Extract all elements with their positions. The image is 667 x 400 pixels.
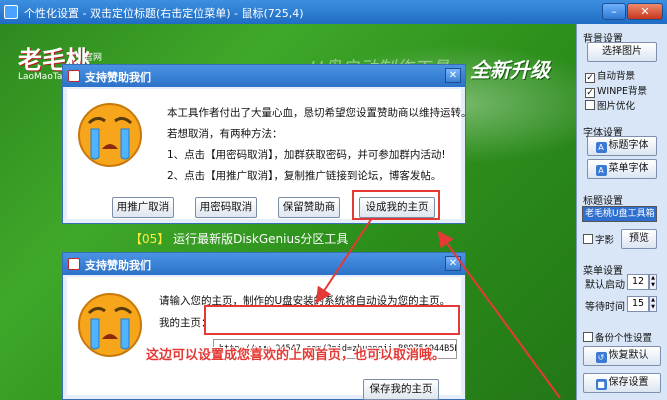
line3-suffix: ，加群获取密码，并可参加群内活动! — [273, 149, 446, 161]
annotation-text: 这边可以设置成您喜欢的上网首页，也可以取消哦。 — [146, 348, 446, 363]
restore-icon: ↺ — [595, 352, 607, 363]
line3-highlight: 【用密码取消】 — [205, 149, 274, 161]
dialog2-title: 支持赞助我们 — [85, 259, 151, 272]
wait-time-spinner[interactable]: ▲ ▼ — [649, 296, 657, 312]
dialog-close-button[interactable]: ✕ — [445, 68, 461, 83]
title-input[interactable]: 老毛桃U盘工具箱 — [582, 206, 657, 222]
highlight-rect-homepage-input — [204, 305, 460, 335]
dialog-text-line4: 2、点击【用推广取消】，复制推广链接到论坛，博客发帖。 — [167, 168, 441, 183]
cancel-by-password-button[interactable]: 用密码取消 — [195, 197, 257, 218]
backup-custom-label: 备份个性设置 — [595, 333, 653, 344]
boot-menu-item[interactable]: 【05】 运行最新版DiskGenius分区工具 — [130, 230, 348, 247]
menu-font-button[interactable]: A 菜单字体 — [587, 159, 657, 179]
image-optimize-checkbox[interactable]: 图片优化 — [585, 98, 635, 112]
dialog2-icon — [68, 258, 80, 270]
save-settings-button[interactable]: ■ 保存设置 — [583, 373, 661, 393]
auto-bg-label: 自动背景 — [597, 71, 636, 82]
shadow-font-checkbox[interactable]: 字影 — [583, 232, 614, 246]
brand-logo-sub: 官网 — [84, 53, 103, 63]
checkbox-unchecked-icon — [583, 332, 593, 342]
settings-panel: 背景设置 选择图片 ✓ 自动背景 ✓ WINPE背景 图片优化 字体设置 A 标题字体… — [576, 24, 667, 400]
dialog-title: 支持赞助我们 — [85, 71, 151, 84]
preview-button[interactable]: 预览 — [621, 229, 657, 249]
window-title: 个性化设置 - 双击定位标题(右击定位菜单) - 鼠标(725,4) — [24, 7, 304, 20]
cancel-by-promotion-button[interactable]: 用推广取消 — [112, 197, 174, 218]
save-homepage-button[interactable]: 保存我的主页 — [363, 379, 439, 400]
wait-time-label: 等待时间 — [585, 302, 625, 313]
default-start-label: 默认启动 — [585, 280, 625, 291]
close-button[interactable]: ✕ — [627, 3, 663, 20]
font-icon: A — [595, 142, 607, 153]
line3-prefix: 1、点击 — [167, 149, 206, 161]
keep-sponsor-button[interactable]: 保留赞助商 — [278, 197, 340, 218]
menu-section-label: 菜单设置 — [583, 266, 623, 277]
save-icon: ■ — [595, 379, 607, 390]
title-font-button[interactable]: A 标题字体 — [587, 136, 657, 156]
dialog-titlebar[interactable]: 支持赞助我们 ✕ — [63, 65, 465, 87]
auto-bg-checkbox[interactable]: ✓ 自动背景 — [585, 68, 635, 83]
title-font-label: 标题字体 — [608, 140, 649, 151]
crying-face-icon — [78, 293, 142, 357]
default-start-spinner[interactable]: ▲ ▼ — [649, 274, 657, 290]
dialog-text-line3: 1、点击【用密码取消】，加群获取密码，并可参加群内活动! — [167, 147, 446, 162]
highlight-rect-homepage-button — [352, 190, 440, 220]
default-start-input[interactable]: 12 — [627, 274, 649, 290]
menu-item-number: 【05】 — [130, 232, 170, 246]
menu-item-text: 运行最新版DiskGenius分区工具 — [169, 232, 349, 246]
dialog-text-line1: 本工具作者付出了大量心血，恳切希望您设置赞助商以维持运转。 — [167, 107, 472, 119]
dialog2-close-button[interactable]: ✕ — [445, 256, 461, 271]
restore-default-button[interactable]: ↺ 恢复默认 — [583, 346, 661, 366]
restore-default-label: 恢复默认 — [608, 350, 649, 361]
image-optimize-label: 图片优化 — [597, 101, 636, 112]
line4-highlight: 【用推广取消】 — [205, 170, 274, 182]
minimize-button[interactable]: – — [602, 3, 626, 20]
headline: 全新升级 — [470, 58, 550, 82]
dialog-text-line2: 若想取消，有两种方法： — [167, 128, 283, 140]
winpe-bg-label: WINPE背景 — [597, 86, 648, 97]
shadow-font-label: 字影 — [595, 235, 615, 246]
crying-face-icon — [78, 103, 142, 167]
checkbox-unchecked-icon — [585, 100, 595, 110]
line4-prefix: 2、点击 — [167, 170, 206, 182]
dialog2-titlebar[interactable]: 支持赞助我们 ✕ — [63, 253, 465, 275]
menu-font-label: 菜单字体 — [608, 163, 649, 174]
dialog-icon — [68, 70, 80, 82]
checkbox-checked-icon: ✓ — [585, 88, 595, 98]
font-icon: A — [595, 165, 607, 176]
brand-logo-en: LaoMaoTao — [18, 72, 68, 82]
save-settings-label: 保存设置 — [608, 377, 649, 388]
wait-time-input[interactable]: 15 — [627, 296, 649, 312]
line4-suffix: ，复制推广链接到论坛，博客发帖。 — [273, 170, 442, 182]
select-image-button[interactable]: 选择图片 — [587, 42, 657, 62]
app-icon — [4, 5, 18, 19]
checkbox-unchecked-icon — [583, 234, 593, 244]
backup-custom-checkbox[interactable]: 备份个性设置 — [583, 330, 652, 344]
checkbox-checked-icon: ✓ — [585, 73, 595, 83]
dialog2-body: 请输入您的主页，制作的U盘安装的系统将自动设为您的主页。 我的主页： http:… — [67, 277, 461, 400]
title-section-label: 标题设置 — [583, 196, 623, 207]
winpe-bg-checkbox[interactable]: ✓ WINPE背景 — [585, 83, 647, 98]
window-titlebar[interactable]: 个性化设置 - 双击定位标题(右击定位菜单) - 鼠标(725,4) – ✕ — [0, 0, 667, 24]
